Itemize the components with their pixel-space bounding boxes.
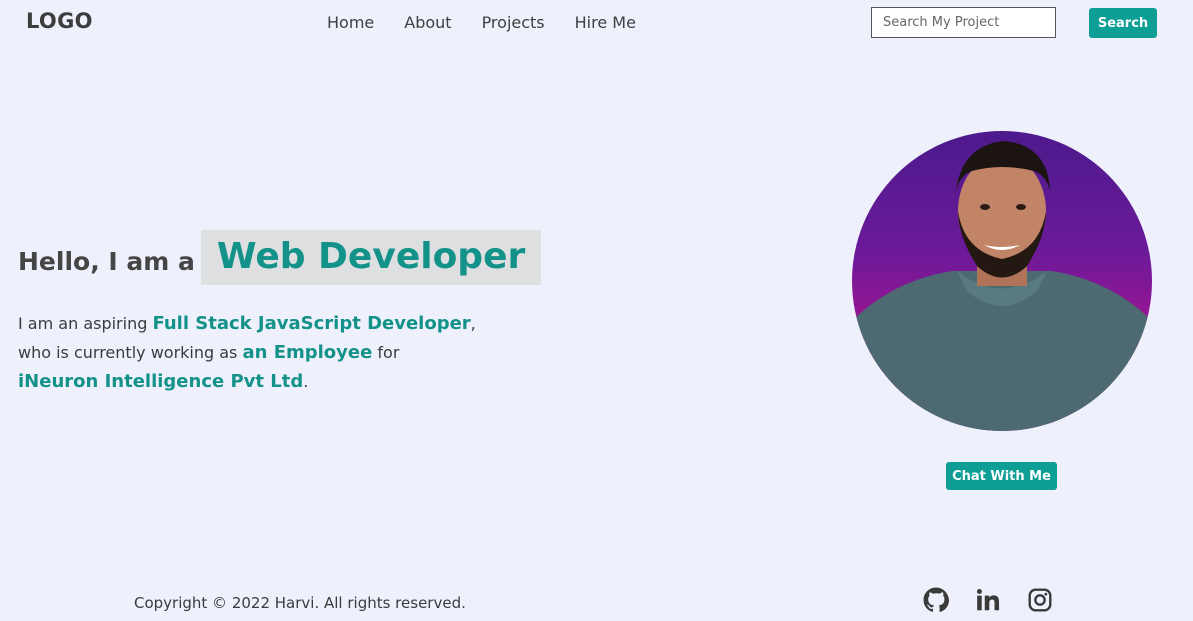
search-button[interactable]: Search: [1089, 8, 1157, 38]
logo[interactable]: LOGO: [26, 9, 93, 33]
github-icon[interactable]: [923, 587, 949, 613]
linkedin-icon[interactable]: [975, 587, 1001, 613]
nav-projects[interactable]: Projects: [482, 13, 545, 32]
copyright-text: Copyright © 2022 Harvi. All rights reser…: [134, 594, 466, 612]
nav-hire-me[interactable]: Hire Me: [575, 13, 636, 32]
hero-role: Web Developer: [200, 230, 542, 285]
about-text: I am an aspiring: [18, 314, 153, 333]
chat-with-me-button[interactable]: Chat With Me: [946, 462, 1057, 490]
instagram-icon[interactable]: [1027, 587, 1053, 613]
about-highlight: an Employee: [242, 342, 373, 363]
profile-illustration: [852, 141, 1152, 431]
about-text: for: [372, 343, 400, 362]
nav-about[interactable]: About: [404, 13, 451, 32]
search-input[interactable]: [871, 7, 1056, 38]
about-text: .: [303, 372, 309, 391]
nav-home[interactable]: Home: [327, 13, 374, 32]
about-text: who is currently working as: [18, 343, 243, 362]
main-nav: Home About Projects Hire Me: [327, 13, 666, 32]
about-highlight: iNeuron Intelligence Pvt Ltd: [18, 371, 304, 392]
hero-greeting: Hello, I am a: [18, 247, 195, 276]
about-highlight: Full Stack JavaScript Developer: [152, 313, 471, 334]
about-text: ,: [470, 314, 476, 333]
hero-heading: Hello, I am a Web Developer: [18, 230, 542, 285]
profile-photo: [852, 131, 1152, 431]
hero-about: I am an aspiring Full Stack JavaScript D…: [18, 309, 578, 396]
